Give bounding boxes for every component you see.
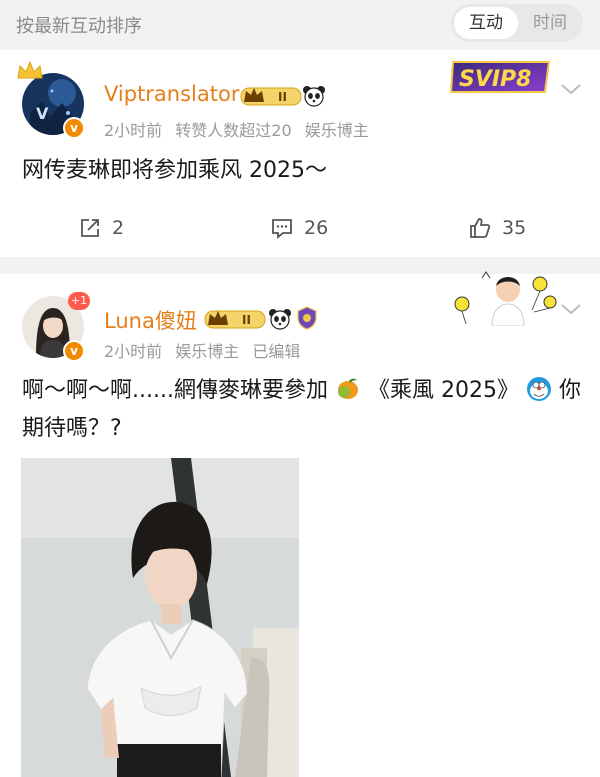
author-tag: 娱乐博主 xyxy=(175,342,240,361)
post-text-part: 你 xyxy=(558,378,581,403)
username[interactable]: Luna傻妞 xyxy=(104,305,197,335)
svg-text:II: II xyxy=(278,90,287,104)
fan-decoration xyxy=(454,271,557,326)
sort-label: 按最新互动排序 xyxy=(16,16,142,37)
tab-interaction[interactable]: 互动 xyxy=(454,7,518,39)
avatar-notification-badge: +1 xyxy=(68,292,90,310)
comment-icon xyxy=(272,219,292,239)
svip-badge: SVIP8 xyxy=(449,61,551,93)
panda-icon xyxy=(303,86,325,107)
crown-icon xyxy=(17,60,43,79)
vip-level-badge: II xyxy=(204,310,266,329)
post-time: 2小时前 xyxy=(104,342,163,361)
post-card: +1 v Luna傻妞 II 2小时前 娱乐博主 已编辑 啊～啊～啊......… xyxy=(0,271,600,777)
like-button[interactable]: 35 xyxy=(468,216,526,240)
shield-badge-icon xyxy=(297,306,317,330)
post-text-part: 期待嗎？? xyxy=(22,416,122,441)
like-icon xyxy=(470,218,491,238)
post-image[interactable] xyxy=(21,458,299,777)
repost-note: 转赞人数超过20 xyxy=(175,121,292,140)
comment-count: 26 xyxy=(304,217,329,239)
vip-level-badge: II xyxy=(240,87,302,106)
username[interactable]: Viptranslator xyxy=(104,82,239,106)
svg-text:II: II xyxy=(242,313,251,327)
tab-time[interactable]: 时间 xyxy=(519,7,581,39)
share-button[interactable]: 2 xyxy=(78,216,124,240)
verified-badge: v xyxy=(63,117,85,139)
post-meta: 2小时前 转赞人数超过20 娱乐博主 xyxy=(104,117,377,141)
post-card: V v Viptranslator II 2小时前 转赞人数超过20 娱乐博主 … xyxy=(0,50,600,257)
panda-icon xyxy=(269,309,291,330)
mango-emoji xyxy=(337,378,358,399)
share-count: 2 xyxy=(112,217,125,239)
chevron-down-icon[interactable] xyxy=(560,82,582,96)
like-count: 35 xyxy=(502,217,527,239)
share-icon xyxy=(81,219,99,237)
post-time: 2小时前 xyxy=(104,121,163,140)
sort-toggle: 互动 时间 xyxy=(451,4,583,42)
author-tag: 娱乐博主 xyxy=(304,121,369,140)
svg-text:V: V xyxy=(36,104,49,123)
post-text: 网传麦琳即将参加乘风 2025～ xyxy=(22,158,327,183)
comment-button[interactable]: 26 xyxy=(270,216,328,240)
edited-label: 已编辑 xyxy=(252,342,301,361)
post-text: 啊～啊～啊......網傳麥琳要參加 《乘風 2025》 你 期待嗎？? xyxy=(22,372,582,448)
svg-text:SVIP8: SVIP8 xyxy=(459,67,532,92)
post-text-part: 《乘風 2025》 xyxy=(367,378,519,403)
sort-bar: 按最新互动排序 互动 时间 xyxy=(0,0,600,50)
chevron-down-icon[interactable] xyxy=(560,302,582,316)
verified-badge: v xyxy=(63,340,85,362)
post-meta: 2小时前 娱乐博主 已编辑 xyxy=(104,338,308,362)
doraemon-emoji xyxy=(526,377,551,401)
post-text-part: 啊～啊～啊......網傳麥琳要參加 xyxy=(22,378,328,403)
